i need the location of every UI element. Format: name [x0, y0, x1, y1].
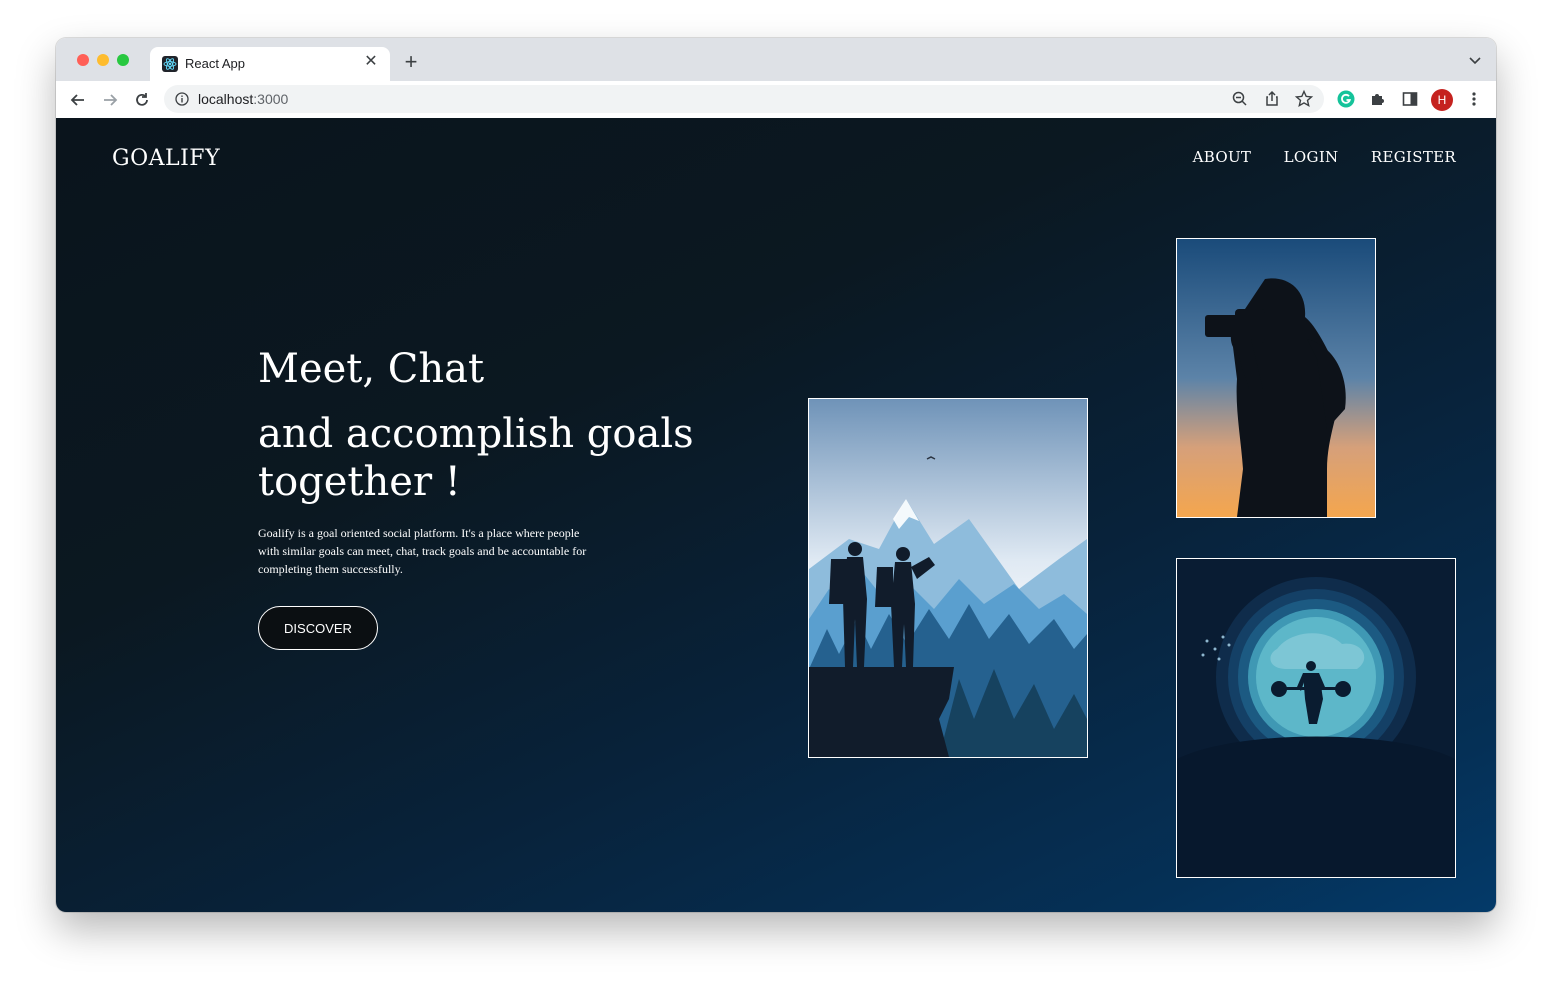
discover-button[interactable]: DISCOVER: [258, 606, 378, 650]
reload-icon[interactable]: [132, 90, 152, 110]
address-bar[interactable]: localhost:3000: [164, 85, 1324, 113]
url-port: :3000: [253, 91, 289, 107]
maximize-window-button[interactable]: [117, 54, 129, 66]
weightlifter-moon-image: [1176, 558, 1456, 878]
zoom-out-icon[interactable]: [1230, 89, 1250, 109]
grammarly-icon[interactable]: [1336, 89, 1356, 109]
minimize-window-button[interactable]: [97, 54, 109, 66]
site-info-icon[interactable]: [174, 91, 190, 107]
nav-about-link[interactable]: ABOUT: [1193, 148, 1252, 166]
url-text: localhost:3000: [198, 91, 288, 107]
tab-title: React App: [185, 56, 245, 71]
side-panel-icon[interactable]: [1400, 89, 1420, 109]
hero-heading-line2: and accomplish goals together !: [258, 411, 694, 505]
avatar[interactable]: H: [1431, 89, 1453, 111]
photographer-silhouette-image: [1176, 238, 1376, 518]
browser-tab[interactable]: React App ✕: [150, 47, 390, 81]
arrow-right-icon[interactable]: [100, 90, 120, 110]
star-icon[interactable]: [1294, 89, 1314, 109]
tab-bar: React App ✕ +: [56, 38, 1496, 81]
close-tab-icon[interactable]: ✕: [362, 53, 380, 71]
kebab-menu-icon[interactable]: [1464, 89, 1484, 109]
hikers-mountain-image: [808, 398, 1088, 758]
nav-register-link[interactable]: REGISTER: [1371, 148, 1456, 166]
new-tab-icon[interactable]: +: [400, 51, 422, 74]
site-logo[interactable]: GOALIFY: [112, 146, 220, 171]
hero-description: Goalify is a goal oriented social platfo…: [258, 526, 587, 576]
share-icon[interactable]: [1262, 89, 1282, 109]
react-icon: [162, 56, 178, 72]
chevron-down-icon[interactable]: [1468, 54, 1482, 68]
browser-toolbar: localhost:3000 H: [56, 81, 1496, 119]
nav-login-link[interactable]: LOGIN: [1284, 148, 1339, 166]
landing-page: GOALIFY ABOUT LOGIN REGISTER Meet, Chat …: [56, 118, 1496, 912]
puzzle-icon[interactable]: [1368, 89, 1388, 109]
browser-window: React App ✕ + localhost:3000 H GOALIFY A…: [56, 38, 1496, 912]
main-nav: ABOUT LOGIN REGISTER: [1165, 148, 1456, 167]
arrow-left-icon[interactable]: [68, 90, 88, 110]
hero-heading-line1: Meet, Chat: [258, 346, 485, 392]
url-host: localhost: [198, 91, 254, 107]
close-window-button[interactable]: [77, 54, 89, 66]
